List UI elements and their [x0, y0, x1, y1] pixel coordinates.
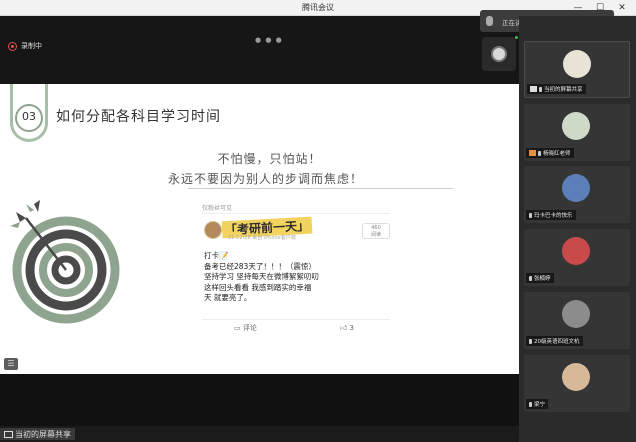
thumbs-up-icon: 👍︎	[340, 324, 350, 332]
post-line: 坚持学习 坚持每天在微博絮絮叨叨	[204, 272, 319, 281]
comment-button: ▭ 评论	[234, 323, 257, 333]
participant-name-tag: 当初的屏幕共享	[527, 84, 586, 94]
weibo-post-card: 仅粉丝可见 「考研前一天」 21-12-28 来自 iPhone客户端 460 …	[196, 201, 396, 336]
participant-name-tag: 杨晓红老师	[526, 148, 574, 158]
participant-name: 20级英语四班文杭	[534, 339, 580, 345]
status-indicator-icon	[515, 36, 518, 39]
post-body: 打卡📝 备考已经283天了！！！（震惊） 坚持学习 坚持每天在微博絮絮叨叨 这样…	[204, 251, 394, 304]
target-dart-icon	[10, 200, 120, 324]
microphone-icon	[529, 338, 532, 344]
screen-share-label[interactable]: 当初的屏幕共享	[0, 428, 75, 440]
close-button[interactable]: ✕	[612, 0, 632, 16]
post-meta: 21-12-28 来自 iPhone客户端	[228, 235, 296, 241]
like-count: 3	[349, 324, 355, 332]
bottom-strip	[0, 374, 519, 426]
participant-name: 梁宁	[534, 402, 546, 408]
post-line: 天 就要亮了。	[204, 293, 252, 302]
microphone-icon	[529, 275, 532, 281]
avatar	[562, 300, 590, 328]
participant-name-tag: 20级英语四班文杭	[526, 336, 583, 346]
microphone-icon	[539, 86, 542, 92]
post-line: 打卡📝	[204, 251, 229, 260]
slogan-divider	[188, 188, 453, 189]
slide-number: 03	[22, 110, 36, 123]
read-label: 阅读	[370, 232, 381, 238]
screen-share-icon	[530, 86, 537, 92]
camera-thumbnail[interactable]	[482, 37, 516, 71]
microphone-icon	[486, 16, 493, 26]
read-count: 460	[371, 225, 381, 231]
more-options-icon[interactable]: ● ● ●	[255, 36, 283, 44]
like-button: 👍︎ 3	[340, 323, 354, 332]
avatar	[562, 237, 590, 265]
slogan-line-1: 不怕慢，只怕站！	[217, 152, 322, 166]
participant-name-tag: 张楠婷	[526, 273, 554, 283]
participant-name-tag: 玛卡巴卡的快乐	[526, 210, 576, 220]
recording-label: 录制中	[21, 42, 42, 50]
microphone-icon	[538, 150, 541, 156]
avatar	[562, 112, 590, 140]
screen-share-icon	[4, 430, 13, 438]
participant-name: 杨晓红老师	[543, 151, 571, 157]
slogan-line-2: 永远不要因为别人的步调而焦虑！	[167, 172, 363, 186]
microphone-icon	[529, 212, 532, 218]
participant-name: 当初的屏幕共享	[544, 87, 583, 93]
host-icon	[529, 150, 536, 156]
comment-label: 评论	[242, 324, 257, 332]
comment-icon: ▭	[234, 324, 243, 332]
recording-icon	[8, 41, 17, 51]
presentation-slide: 03 如何分配各科目学习时间 不怕慢，只怕站！ 永远不要因为别人的步调而焦虑！ …	[0, 84, 519, 374]
share-status-bar: 当初的屏幕共享	[0, 426, 519, 442]
top-strip: 录制中 ● ● ●	[0, 16, 519, 84]
participant-name: 玛卡巴卡的快乐	[534, 213, 573, 219]
post-avatar	[204, 221, 222, 239]
participant-name: 张楠婷	[534, 276, 551, 282]
participant-name-tag: 梁宁	[526, 399, 549, 409]
slide-list-icon[interactable]: ☰	[4, 358, 18, 370]
recording-indicator[interactable]: 录制中	[8, 40, 42, 52]
screen-share-text: 当初的屏幕共享	[15, 429, 71, 439]
post-line: 这样回头看看 我感到踏实的幸福	[204, 282, 312, 292]
avatar	[563, 50, 591, 78]
participant-tile[interactable]: 玛卡巴卡的快乐	[524, 166, 630, 223]
participant-tile[interactable]: 张楠婷	[524, 229, 630, 286]
participant-tile[interactable]: 梁宁	[524, 355, 630, 412]
shared-screen: 录制中 ● ● ● 03 如何分配各科目学习时间 不怕慢，只怕站！ 永远不要因为…	[0, 16, 519, 426]
microphone-icon	[529, 401, 532, 407]
avatar	[562, 363, 590, 391]
avatar	[562, 174, 590, 202]
camera-icon	[491, 46, 507, 62]
post-footer-divider	[202, 319, 390, 320]
post-line: 备考已经283天了！！！（震惊）	[204, 261, 316, 271]
post-divider	[202, 213, 390, 214]
meeting-window: 腾讯会议 — ☐ ✕ 录制中 ● ● ● 03 如何分配各科目学习时间 不怕慢，…	[0, 0, 636, 442]
slide-heading: 如何分配各科目学习时间	[56, 109, 221, 125]
post-visibility: 仅粉丝可见	[202, 205, 233, 212]
participant-tile[interactable]: 当初的屏幕共享	[524, 41, 630, 98]
participant-tile[interactable]: 20级英语四班文杭	[524, 292, 630, 349]
post-read-badge: 460 阅读	[362, 223, 390, 239]
participant-tile[interactable]: 杨晓红老师	[524, 104, 630, 161]
